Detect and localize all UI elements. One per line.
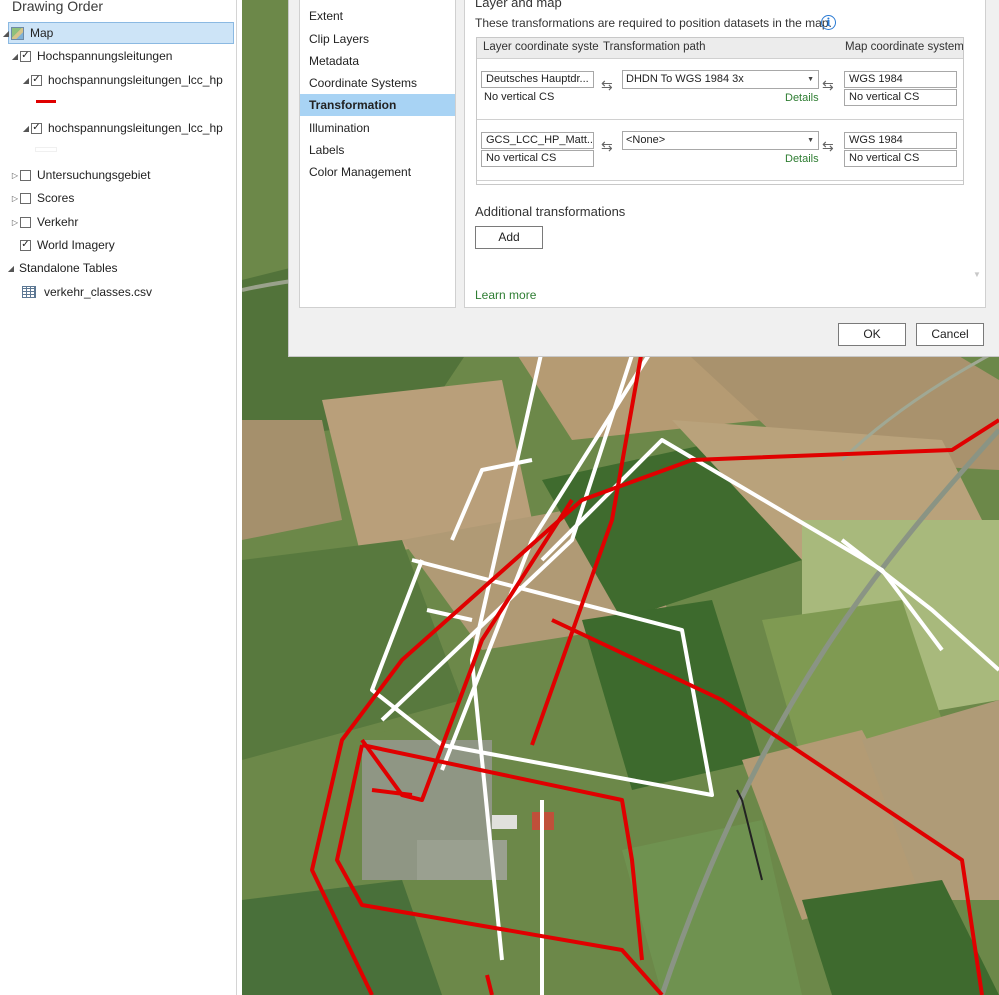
sublayer-label: hochspannungsleitungen_lcc_hp xyxy=(48,73,223,87)
layer-label: Untersuchungsgebiet xyxy=(37,168,151,182)
swap-arrows-icon: ⇆ xyxy=(601,138,613,154)
additional-transformations-title: Additional transformations xyxy=(475,204,626,219)
column-map-cs: Map coordinate system xyxy=(845,41,963,53)
table-icon xyxy=(22,286,36,298)
layer-label: Scores xyxy=(37,191,75,205)
collapse-icon[interactable]: ◢ xyxy=(1,29,11,38)
layer-visibility-checkbox[interactable]: ✓ xyxy=(31,74,42,86)
toc-layer-scores[interactable]: ▷ Scores xyxy=(10,187,74,209)
map-label: Map xyxy=(30,26,54,40)
nav-metadata[interactable]: Metadata xyxy=(300,50,455,72)
map-cs-field[interactable]: WGS 1984 xyxy=(844,71,957,88)
add-button[interactable]: Add xyxy=(475,226,543,249)
expand-icon[interactable]: ▷ xyxy=(10,218,20,227)
toc-table-item[interactable]: verkehr_classes.csv xyxy=(22,281,152,303)
transformation-grid: Layer coordinate system Transformation p… xyxy=(476,37,964,185)
section-title: Layer and map xyxy=(475,0,562,10)
layer-visibility-checkbox[interactable] xyxy=(20,216,31,228)
swap-arrows-icon: ⇆ xyxy=(601,77,613,93)
layer-vcs-text: No vertical CS xyxy=(484,91,555,103)
toc-layer-world-imagery[interactable]: ✓ World Imagery xyxy=(10,234,115,256)
layer-visibility-checkbox[interactable]: ✓ xyxy=(20,239,31,251)
scroll-down-icon[interactable]: ▼ xyxy=(973,270,981,279)
nav-coordinate-systems[interactable]: Coordinate Systems xyxy=(300,72,455,94)
layer-cs-field[interactable]: Deutsches Hauptdr... xyxy=(481,71,594,88)
transformation-path-dropdown[interactable]: <None> ▼ xyxy=(622,131,819,150)
nav-clip-layers[interactable]: Clip Layers xyxy=(300,28,455,50)
layer-visibility-checkbox[interactable] xyxy=(20,192,31,204)
learn-more-link[interactable]: Learn more xyxy=(475,288,536,302)
cancel-button[interactable]: Cancel xyxy=(916,323,984,346)
map-vcs-field[interactable]: No vertical CS xyxy=(844,89,957,106)
ok-button[interactable]: OK xyxy=(838,323,906,346)
toc-sublayer-1[interactable]: ◢ ✓ hochspannungsleitungen_lcc_hp xyxy=(21,69,223,91)
column-path: Transformation path xyxy=(603,41,706,53)
nav-illumination[interactable]: Illumination xyxy=(300,117,455,139)
layer-vcs-field[interactable]: No vertical CS xyxy=(481,150,594,167)
layer-label: World Imagery xyxy=(37,238,115,252)
nav-labels[interactable]: Labels xyxy=(300,139,455,161)
expand-icon[interactable]: ▷ xyxy=(10,171,20,180)
nav-transformation[interactable]: Transformation xyxy=(300,94,455,116)
toc-map-item[interactable]: ◢ Map xyxy=(3,22,234,44)
sublayer-label: hochspannungsleitungen_lcc_hp xyxy=(48,121,223,135)
layer-group-label: Hochspannungsleitungen xyxy=(37,49,173,63)
expand-icon[interactable]: ▷ xyxy=(10,194,20,203)
collapse-icon[interactable]: ◢ xyxy=(6,264,16,273)
nav-extent[interactable]: Extent xyxy=(300,5,455,27)
drawing-order-title: Drawing Order xyxy=(12,0,104,14)
chevron-down-icon: ▼ xyxy=(807,137,814,144)
grid-row: Deutsches Hauptdr... No vertical CS ⇆ DH… xyxy=(477,59,963,120)
toc-layer-verkehr[interactable]: ▷ Verkehr xyxy=(10,211,78,233)
toc-sublayer-2[interactable]: ◢ ✓ hochspannungsleitungen_lcc_hp xyxy=(21,117,223,139)
table-label: verkehr_classes.csv xyxy=(44,285,153,299)
layer-cs-field[interactable]: GCS_LCC_HP_Matt... xyxy=(481,132,594,149)
line-symbol-red[interactable] xyxy=(36,100,56,103)
layer-visibility-checkbox[interactable]: ✓ xyxy=(20,50,31,62)
contents-pane: Drawing Order ◢ Map ◢ ✓ Hochspannungslei… xyxy=(0,0,237,995)
map-vcs-field[interactable]: No vertical CS xyxy=(844,150,957,167)
collapse-icon[interactable]: ◢ xyxy=(21,76,31,85)
details-link[interactable]: Details xyxy=(785,153,819,165)
toc-standalone-tables[interactable]: ◢ Standalone Tables xyxy=(0,257,118,279)
toc-layer-group[interactable]: ◢ ✓ Hochspannungsleitungen xyxy=(10,45,173,67)
properties-nav: Extent Clip Layers Metadata Coordinate S… xyxy=(299,0,456,308)
map-cs-field[interactable]: WGS 1984 xyxy=(844,132,957,149)
layer-label: Verkehr xyxy=(37,215,79,229)
chevron-down-icon: ▼ xyxy=(807,76,814,83)
map-icon xyxy=(11,26,24,40)
standalone-tables-label: Standalone Tables xyxy=(19,261,118,275)
line-symbol-white[interactable] xyxy=(36,148,56,151)
column-layer-cs: Layer coordinate system xyxy=(483,41,599,53)
toc-layer-untersuchungsgebiet[interactable]: ▷ Untersuchungsgebiet xyxy=(10,164,151,186)
swap-arrows-icon: ⇆ xyxy=(822,138,834,154)
info-icon[interactable]: i xyxy=(821,15,836,30)
collapse-icon[interactable]: ◢ xyxy=(10,52,20,61)
nav-color-management[interactable]: Color Management xyxy=(300,161,455,183)
layer-visibility-checkbox[interactable] xyxy=(20,169,31,181)
transformation-panel: Layer and map These transformations are … xyxy=(464,0,986,308)
details-link[interactable]: Details xyxy=(785,92,819,104)
layer-properties-dialog: Extent Clip Layers Metadata Coordinate S… xyxy=(288,0,999,357)
transformation-path-dropdown[interactable]: DHDN To WGS 1984 3x ▼ xyxy=(622,70,819,89)
grid-row: GCS_LCC_HP_Matt... No vertical CS ⇆ <Non… xyxy=(477,120,963,181)
layer-visibility-checkbox[interactable]: ✓ xyxy=(31,122,42,134)
section-description: These transformations are required to po… xyxy=(475,16,832,30)
grid-header: Layer coordinate system Transformation p… xyxy=(477,38,963,59)
collapse-icon[interactable]: ◢ xyxy=(21,124,31,133)
swap-arrows-icon: ⇆ xyxy=(822,77,834,93)
